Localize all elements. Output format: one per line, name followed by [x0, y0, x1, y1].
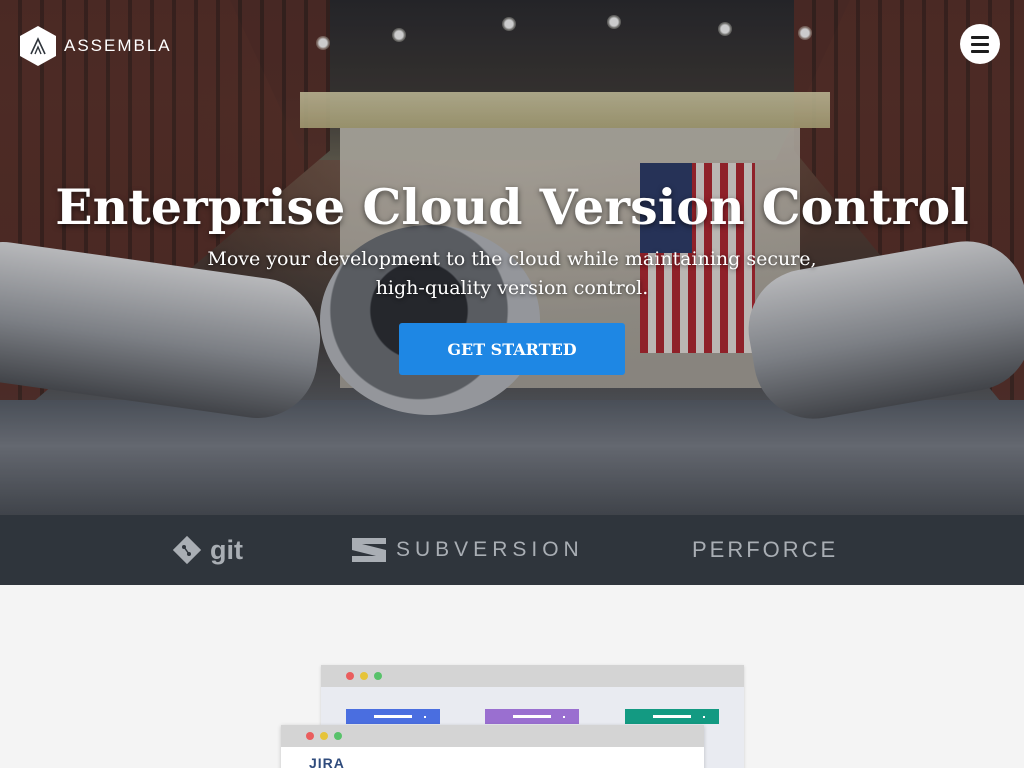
vcs-logos-bar: git SUBVERSION PERFORCE: [0, 515, 1024, 585]
hamburger-icon: [971, 35, 989, 39]
subversion-icon: [352, 538, 386, 562]
menu-button[interactable]: [960, 24, 1000, 64]
get-started-button[interactable]: GET STARTED: [399, 323, 625, 375]
features-section: JIRA: [0, 585, 1024, 768]
subversion-label: SUBVERSION: [396, 538, 584, 561]
hero-section: ASSEMBLA Enterprise Cloud Version Contro…: [0, 0, 1024, 515]
window-close-dot: [346, 672, 354, 680]
window-close-dot: [306, 732, 314, 740]
window-minimize-dot: [320, 732, 328, 740]
hero-title: Enterprise Cloud Version Control: [55, 178, 969, 236]
board-card-blue: [346, 709, 440, 724]
app-window-front: JIRA: [281, 725, 704, 768]
window-titlebar: [281, 725, 704, 747]
git-label: git: [210, 534, 243, 565]
hamburger-icon: [971, 49, 989, 53]
assembla-logo-icon: [20, 26, 56, 66]
hero-subtitle: Move your development to the cloud while…: [207, 248, 817, 299]
logo-text: ASSEMBLA: [64, 36, 172, 55]
git-icon: [172, 535, 202, 565]
vcs-git: git: [172, 515, 243, 585]
hamburger-icon: [971, 42, 989, 46]
jira-logo: JIRA: [309, 755, 345, 768]
perforce-logo: PERFORCE: [692, 537, 839, 562]
vcs-perforce: PERFORCE: [692, 515, 838, 585]
assembla-logo[interactable]: ASSEMBLA: [20, 26, 172, 66]
window-maximize-dot: [374, 672, 382, 680]
window-titlebar: [321, 665, 744, 687]
window-minimize-dot: [360, 672, 368, 680]
board-card-teal: [625, 709, 719, 724]
board-card-purple: [485, 709, 579, 724]
vcs-subversion: SUBVERSION: [350, 515, 584, 585]
window-maximize-dot: [334, 732, 342, 740]
